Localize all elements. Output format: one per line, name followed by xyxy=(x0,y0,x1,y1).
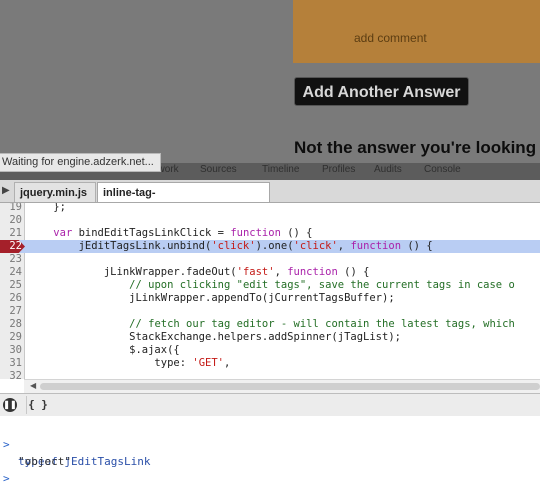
editor-horizontal-scrollbar[interactable]: ◀ xyxy=(24,379,540,393)
line-number[interactable]: 32 xyxy=(0,370,22,379)
line-number[interactable]: 27 xyxy=(0,305,22,318)
line-number[interactable]: 31 xyxy=(0,357,22,370)
code-text: }; xyxy=(28,203,66,213)
console-result-row: "object" xyxy=(0,436,540,468)
file-tab-jquery[interactable]: jquery.min.js xyxy=(14,182,96,202)
code-text: StackExchange.helpers.addSpinner(jTagLis… xyxy=(28,331,401,343)
line-number[interactable]: 23 xyxy=(0,253,22,266)
code-text: jLinkWrapper.appendTo(jCurrentTagsBuffer… xyxy=(28,292,395,304)
tab-timeline[interactable]: Timeline xyxy=(262,164,299,175)
code-line[interactable]: 31 type: 'GET', xyxy=(0,357,540,370)
console-input-row: > typeof jEditTagsLink xyxy=(0,419,540,468)
not-the-answer-heading: Not the answer you're looking fo xyxy=(294,138,540,157)
line-number[interactable]: 21 xyxy=(0,227,22,240)
highlighted-code-line[interactable]: 22 jEditTagsLink.unbind('click').one('cl… xyxy=(0,240,540,253)
code-text: type: 'GET', xyxy=(28,357,231,369)
code-line[interactable]: 27 xyxy=(0,305,540,318)
line-number[interactable]: 25 xyxy=(0,279,22,292)
scroll-left-icon[interactable]: ◀ xyxy=(30,381,36,390)
code-line[interactable]: 30 $.ajax({ xyxy=(0,344,540,357)
breakpoint-marker-icon[interactable]: 22 xyxy=(0,240,25,253)
code-text: jEditTagsLink.unbind('click').one('click… xyxy=(28,240,433,252)
show-navigator-icon[interactable]: ▶ xyxy=(2,184,12,197)
tab-console[interactable]: Console xyxy=(424,164,461,175)
line-number[interactable]: 20 xyxy=(0,214,22,227)
line-number[interactable]: 26 xyxy=(0,292,22,305)
loading-status-bar: Waiting for engine.adzerk.net... xyxy=(0,153,161,172)
add-comment-link[interactable]: add comment xyxy=(354,31,427,45)
sources-toolbar: ❚❚ { } xyxy=(0,393,540,417)
code-line[interactable]: 21 var bindEditTagsLinkClick = function … xyxy=(0,227,540,240)
scrollbar-thumb[interactable] xyxy=(40,383,540,390)
code-line[interactable]: 19 }; xyxy=(0,203,540,214)
code-line[interactable]: 23 xyxy=(0,253,540,266)
code-line[interactable]: 20 xyxy=(0,214,540,227)
pause-icon[interactable]: ❚❚ xyxy=(3,398,17,412)
line-number[interactable]: 30 xyxy=(0,344,22,357)
line-number[interactable]: 24 xyxy=(0,266,22,279)
code-line[interactable]: 32 xyxy=(0,370,540,379)
code-line[interactable]: 25 // upon clicking "edit tags", save th… xyxy=(0,279,540,292)
tab-sources[interactable]: Sources xyxy=(200,164,237,175)
file-tab-inline-tag-edit[interactable]: inline-tag-edit...v=8e84e8a137f7 xyxy=(97,182,270,219)
code-text: // fetch our tag editor - will contain t… xyxy=(129,318,515,330)
source-file-tabs: ▶ jquery.min.js inline-tag-edit...v=8e84… xyxy=(0,180,540,219)
code-line[interactable]: 24 jLinkWrapper.fadeOut('fast', function… xyxy=(0,266,540,279)
code-line[interactable]: 29 StackExchange.helpers.addSpinner(jTag… xyxy=(0,331,540,344)
console-drawer[interactable]: > typeof jEditTagsLink "object" > xyxy=(0,416,540,485)
code-editor[interactable]: 19 }; 20 21 var bindEditTagsLinkClick = fu… xyxy=(0,203,540,379)
console-prompt-row[interactable]: > xyxy=(0,453,540,485)
code-text: // upon clicking "edit tags", save the c… xyxy=(129,279,515,291)
web-page-area: add comment Add Another Answer Not the a… xyxy=(0,0,540,163)
line-number[interactable]: 19 xyxy=(0,203,22,214)
code-line[interactable]: 28 // fetch our tag editor - will contai… xyxy=(0,318,540,331)
line-number[interactable]: 28 xyxy=(0,318,22,331)
code-text: jLinkWrapper.fadeOut('fast', function ()… xyxy=(28,266,370,278)
prompt-chevron-icon: > xyxy=(3,472,10,485)
tab-audits[interactable]: Audits xyxy=(374,164,402,175)
code-text: $.ajax({ xyxy=(28,344,180,356)
tab-profiles[interactable]: Profiles xyxy=(322,164,355,175)
line-number[interactable]: 29 xyxy=(0,331,22,344)
code-line[interactable]: 26 jLinkWrapper.appendTo(jCurrentTagsBuf… xyxy=(0,292,540,305)
pretty-print-button[interactable]: { } xyxy=(26,396,49,414)
add-another-answer-button[interactable]: Add Another Answer xyxy=(294,77,469,106)
code-text: var bindEditTagsLinkClick = function () … xyxy=(53,227,313,239)
line-number: 22 xyxy=(9,240,22,252)
